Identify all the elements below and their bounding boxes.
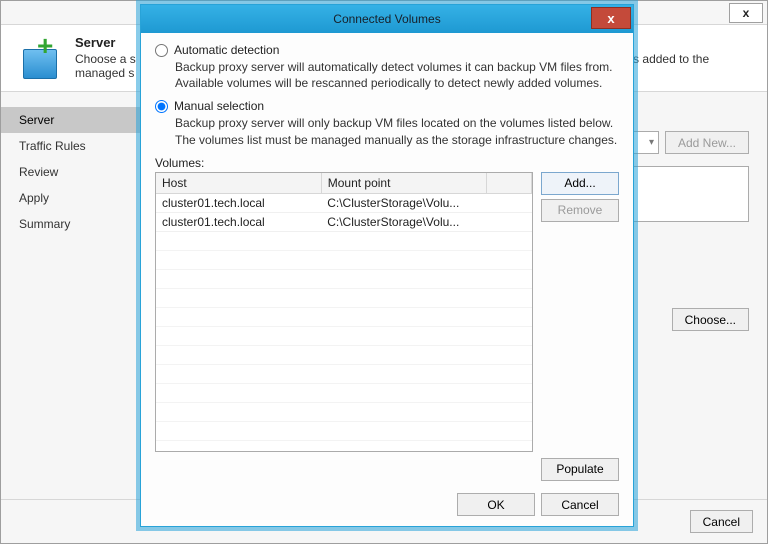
nav-item-traffic-rules[interactable]: Traffic Rules <box>1 133 141 159</box>
volumes-button-column: Add... Remove <box>541 172 619 452</box>
dialog-titlebar: Connected Volumes x <box>141 5 633 33</box>
option-manual-selection: Manual selection Backup proxy server wil… <box>155 99 619 147</box>
dialog-footer: OK Cancel <box>141 485 633 526</box>
parent-close-button[interactable]: x <box>729 3 763 23</box>
manual-description: Backup proxy server will only backup VM … <box>175 115 619 147</box>
col-spacer <box>486 173 531 194</box>
radio-automatic-label[interactable]: Automatic detection <box>174 43 279 57</box>
table-row[interactable]: cluster01.tech.local C:\ClusterStorage\V… <box>156 212 532 231</box>
table-header-row: Host Mount point <box>156 173 532 194</box>
cell-host: cluster01.tech.local <box>156 193 321 212</box>
connected-volumes-dialog: Connected Volumes x Automatic detection … <box>140 4 634 527</box>
close-icon: x <box>607 11 614 26</box>
volumes-label: Volumes: <box>155 156 619 170</box>
add-volume-button[interactable]: Add... <box>541 172 619 195</box>
cell-host: cluster01.tech.local <box>156 212 321 231</box>
add-new-button[interactable]: Add New... <box>665 131 749 154</box>
remove-volume-button[interactable]: Remove <box>541 199 619 222</box>
nav-item-summary[interactable]: Summary <box>1 211 141 237</box>
volumes-table[interactable]: Host Mount point cluster01.tech.local C:… <box>155 172 533 452</box>
cancel-button[interactable]: Cancel <box>541 493 619 516</box>
option-automatic-detection: Automatic detection Backup proxy server … <box>155 43 619 91</box>
wizard-cancel-button[interactable]: Cancel <box>690 510 753 533</box>
close-icon: x <box>743 6 750 20</box>
automatic-description: Backup proxy server will automatically d… <box>175 59 619 91</box>
col-mount[interactable]: Mount point <box>321 173 486 194</box>
nav-item-apply[interactable]: Apply <box>1 185 141 211</box>
cell-mount: C:\ClusterStorage\Volu... <box>321 212 486 231</box>
nav-item-server[interactable]: Server <box>1 107 141 133</box>
cell-mount: C:\ClusterStorage\Volu... <box>321 193 486 212</box>
radio-manual-label[interactable]: Manual selection <box>174 99 264 113</box>
choose-button[interactable]: Choose... <box>672 308 749 331</box>
radio-automatic[interactable] <box>155 44 168 57</box>
table-row[interactable]: cluster01.tech.local C:\ClusterStorage\V… <box>156 193 532 212</box>
ok-button[interactable]: OK <box>457 493 535 516</box>
nav-item-review[interactable]: Review <box>1 159 141 185</box>
dialog-title: Connected Volumes <box>333 12 440 26</box>
populate-button[interactable]: Populate <box>541 458 619 481</box>
chevron-down-icon: ▾ <box>649 137 654 148</box>
wizard-nav: Server Traffic Rules Review Apply Summar… <box>1 99 141 499</box>
radio-manual[interactable] <box>155 100 168 113</box>
dialog-close-button[interactable]: x <box>591 7 631 29</box>
col-host[interactable]: Host <box>156 173 321 194</box>
server-add-icon: + <box>17 35 65 83</box>
